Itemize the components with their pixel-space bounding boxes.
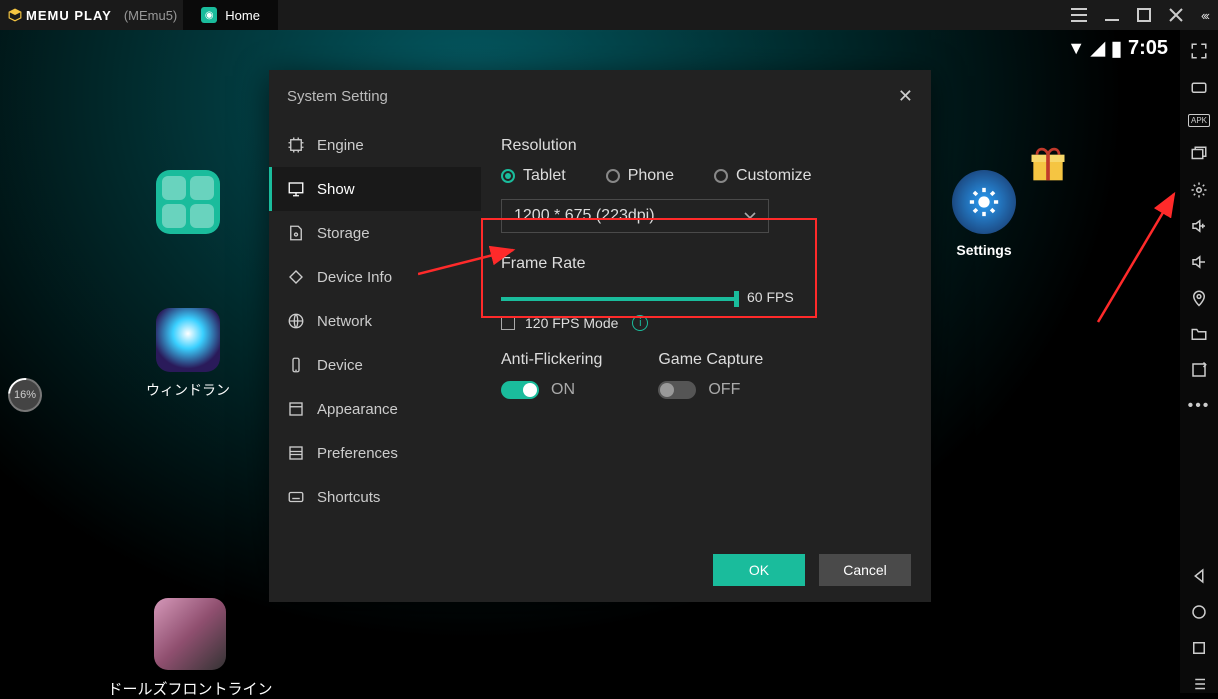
titlebar: MEMU PLAY (MEmu5) ◉ Home ‹‹‹: [0, 0, 1218, 30]
gamecapture-state: OFF: [708, 381, 740, 399]
antiflicker-toggle[interactable]: [501, 381, 539, 399]
desktop: ▼ ◢ ▮ 7:05 ウィンドラン Settings ドールズフロントライン 1…: [0, 30, 1180, 693]
volume-up-icon[interactable]: [1190, 217, 1208, 235]
dialog-title: System Setting: [287, 88, 388, 105]
gear-icon[interactable]: [1190, 181, 1208, 199]
location-icon[interactable]: [1190, 289, 1208, 307]
app-folder[interactable]: [138, 170, 238, 242]
back-icon[interactable]: [1190, 567, 1208, 585]
wifi-icon: ▼: [1067, 38, 1085, 59]
nav-device[interactable]: Device: [269, 343, 481, 387]
right-sidebar: APK •••: [1180, 30, 1218, 693]
annotation-arrow-2: [1094, 188, 1182, 328]
resolution-title: Resolution: [501, 137, 911, 155]
app-label: ウィンドラン: [138, 380, 238, 400]
app-label: ドールズフロントライン: [100, 678, 280, 699]
resolution-select[interactable]: 1200 * 675 (223dpi): [501, 199, 769, 233]
slider-thumb[interactable]: [734, 291, 739, 307]
android-statusbar: ▼ ◢ ▮ 7:05: [1067, 36, 1168, 61]
antiflicker-title: Anti-Flickering: [501, 351, 602, 369]
info-icon[interactable]: i: [632, 315, 648, 331]
radio-tablet[interactable]: Tablet: [501, 167, 566, 185]
framerate-value: 60 FPS: [747, 289, 794, 305]
settings-dialog: System Setting ✕ Engine Show Storage Dev…: [269, 70, 931, 602]
gamecapture-toggle[interactable]: [658, 381, 696, 399]
cancel-button[interactable]: Cancel: [819, 554, 911, 586]
chevron-down-icon: [744, 212, 756, 220]
radio-customize[interactable]: Customize: [714, 167, 812, 185]
radio-phone[interactable]: Phone: [606, 167, 674, 185]
collapse-icon[interactable]: ‹‹‹: [1201, 8, 1208, 23]
hamburger-icon[interactable]: [1071, 8, 1087, 22]
nav-device-info[interactable]: Device Info: [269, 255, 481, 299]
maximize-icon[interactable]: [1137, 8, 1151, 22]
tab-home[interactable]: ◉ Home: [183, 0, 278, 30]
list-icon[interactable]: [1190, 675, 1208, 693]
gift-icon[interactable]: [1026, 140, 1070, 184]
settings-nav: Engine Show Storage Device Info Network …: [269, 123, 481, 563]
brand-logo: MEMU PLAY: [0, 8, 120, 23]
nav-appearance[interactable]: Appearance: [269, 387, 481, 431]
nav-show[interactable]: Show: [269, 167, 481, 211]
folder-icon[interactable]: [1190, 325, 1208, 343]
app-windrun[interactable]: ウィンドラン: [138, 308, 238, 400]
checkbox-label: 120 FPS Mode: [525, 315, 618, 331]
fps-120-checkbox[interactable]: 120 FPS Mode i: [501, 315, 911, 331]
select-value: 1200 * 675 (223dpi): [514, 207, 655, 225]
app-dolls[interactable]: ドールズフロントライン: [100, 598, 280, 699]
nav-shortcuts[interactable]: Shortcuts: [269, 475, 481, 519]
nav-engine[interactable]: Engine: [269, 123, 481, 167]
framerate-title: Frame Rate: [501, 255, 911, 273]
apk-icon[interactable]: APK: [1188, 114, 1210, 127]
home-nav-icon[interactable]: [1190, 603, 1208, 621]
fullscreen-icon[interactable]: [1190, 42, 1208, 60]
brand-text: MEMU PLAY: [26, 8, 112, 23]
antiflicker-state: ON: [551, 381, 575, 399]
app-settings[interactable]: Settings: [934, 170, 1034, 258]
tab-label: Home: [225, 8, 260, 23]
clock: 7:05: [1128, 37, 1168, 60]
nav-preferences[interactable]: Preferences: [269, 431, 481, 475]
volume-down-icon[interactable]: [1190, 253, 1208, 271]
keymap-icon[interactable]: [1190, 78, 1208, 96]
home-icon: ◉: [201, 7, 217, 23]
rotate-icon[interactable]: [1190, 361, 1208, 379]
nav-storage[interactable]: Storage: [269, 211, 481, 255]
battery-icon: ▮: [1111, 36, 1122, 61]
app-label: Settings: [934, 242, 1034, 258]
checkbox-box: [501, 316, 515, 330]
dialog-close-icon[interactable]: ✕: [898, 86, 913, 107]
signal-icon: ◢: [1091, 38, 1105, 59]
battery-ring: 16%: [1, 371, 49, 419]
multiwindow-icon[interactable]: [1190, 145, 1208, 163]
nav-network[interactable]: Network: [269, 299, 481, 343]
ok-button[interactable]: OK: [713, 554, 805, 586]
more-icon[interactable]: •••: [1188, 397, 1211, 415]
recent-icon[interactable]: [1190, 639, 1208, 657]
instance-label: (MEmu5): [124, 8, 177, 23]
framerate-slider[interactable]: 60 FPS: [501, 297, 737, 301]
minimize-icon[interactable]: [1105, 8, 1119, 22]
close-icon[interactable]: [1169, 8, 1183, 22]
gamecapture-title: Game Capture: [658, 351, 763, 369]
